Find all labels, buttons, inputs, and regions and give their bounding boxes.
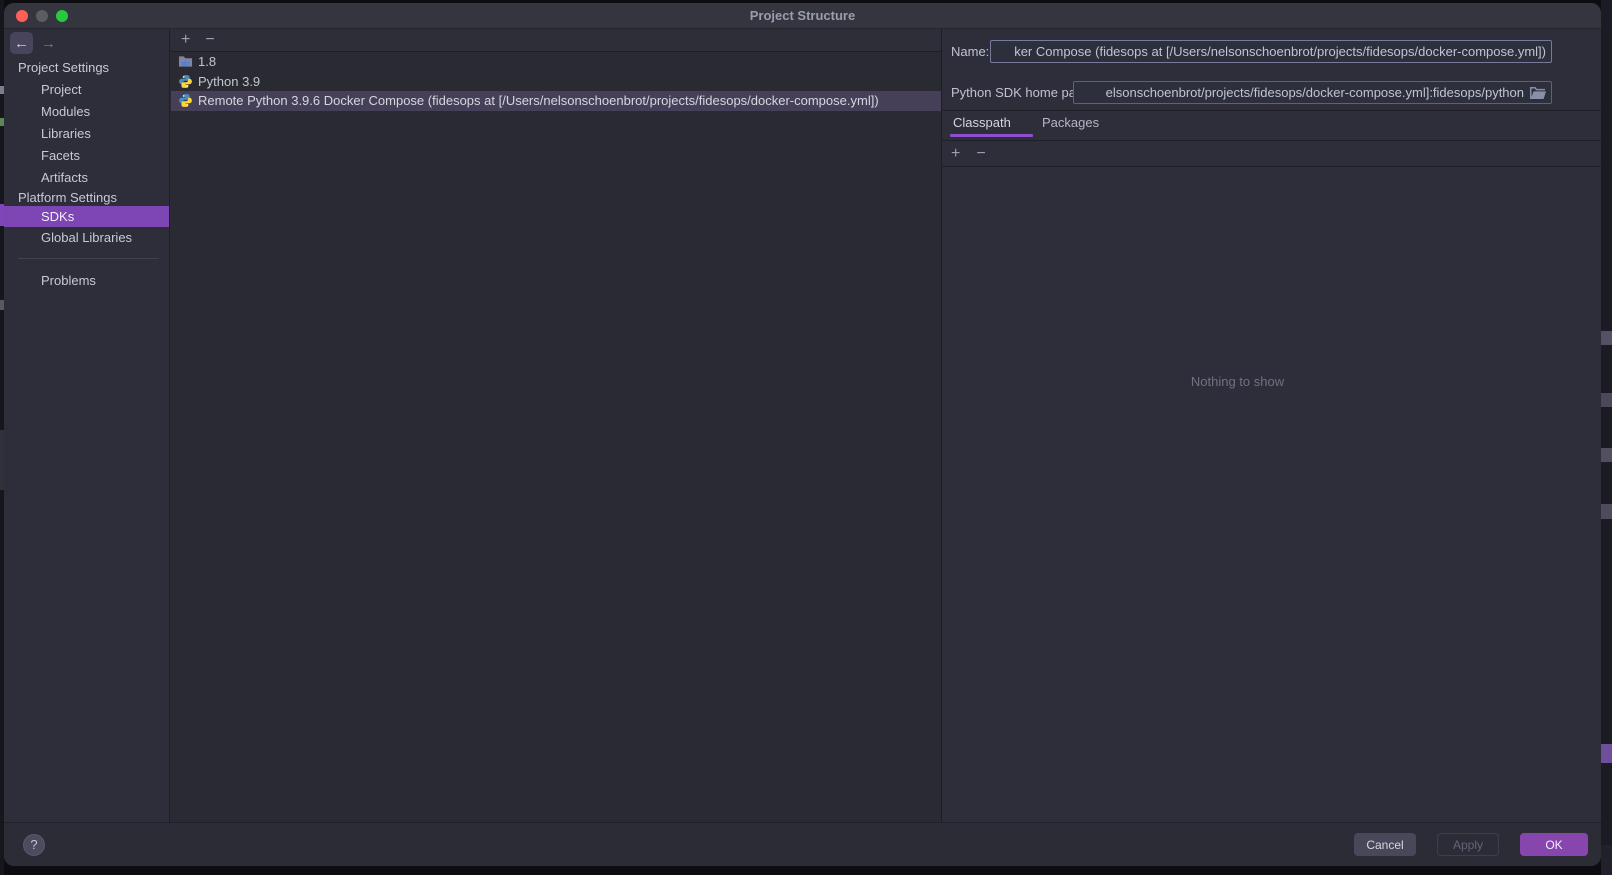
sidebar-separator xyxy=(18,258,159,259)
cancel-button[interactable]: Cancel xyxy=(1354,833,1416,856)
footer-buttons: Cancel Apply OK xyxy=(1354,833,1588,856)
sidebar-item-problems[interactable]: Problems xyxy=(4,270,169,291)
titlebar[interactable]: Project Structure xyxy=(4,3,1601,29)
back-arrow-icon: ← xyxy=(14,35,29,52)
apply-button: Apply xyxy=(1437,833,1499,856)
remove-classpath-button[interactable]: − xyxy=(976,146,985,162)
add-classpath-button[interactable]: + xyxy=(951,146,960,162)
folder-open-icon[interactable] xyxy=(1530,86,1546,100)
background-fragment xyxy=(1601,744,1612,763)
java-sdk-icon xyxy=(178,54,193,69)
empty-list-message: Nothing to show xyxy=(942,374,1601,389)
background-fragment xyxy=(1601,393,1612,407)
sidebar-item-global-libraries[interactable]: Global Libraries xyxy=(4,227,169,248)
python-icon xyxy=(178,74,193,89)
home-path-field-label: Python SDK home path: xyxy=(951,85,1090,100)
background-fragment xyxy=(1601,504,1612,519)
sdk-list-row-remote-python[interactable]: Remote Python 3.9.6 Docker Compose (fide… xyxy=(171,91,941,111)
sidebar-item-artifacts[interactable]: Artifacts xyxy=(4,167,169,188)
sidebar-section-platform-settings: Platform Settings xyxy=(4,187,169,208)
sdk-list-label: 1.8 xyxy=(198,54,216,69)
sdk-home-path-input[interactable]: elsonschoenbrot/projects/fidesops/docker… xyxy=(1073,81,1552,104)
help-button[interactable]: ? xyxy=(23,834,45,856)
ok-button[interactable]: OK xyxy=(1520,833,1588,856)
sdk-list-label: Remote Python 3.9.6 Docker Compose (fide… xyxy=(198,93,879,108)
background-window-right-sliver xyxy=(1601,0,1612,875)
sdk-list-label: Python 3.9 xyxy=(198,74,260,89)
history-toolbar: ← → xyxy=(4,29,169,55)
background-fragment xyxy=(1601,845,1612,875)
name-field-label: Name: xyxy=(951,44,989,59)
sdk-name-value: ker Compose (fidesops at [/Users/nelsons… xyxy=(1014,44,1546,59)
sdk-list-row-python39[interactable]: Python 3.9 xyxy=(171,72,941,92)
dialog-footer: ? Cancel Apply OK xyxy=(4,822,1601,866)
dialog-body: ← → Project Settings Project Modules Lib… xyxy=(4,29,1601,822)
sdk-list-row-jdk[interactable]: 1.8 xyxy=(171,52,941,72)
sdk-list-panel: + − 1.8 Python 3.9 xyxy=(171,29,941,822)
sdk-details-panel: Name: ker Compose (fidesops at [/Users/n… xyxy=(941,29,1601,822)
forward-button[interactable]: → xyxy=(37,32,60,54)
toolbar-divider xyxy=(942,166,1601,167)
sdk-name-input[interactable]: ker Compose (fidesops at [/Users/nelsons… xyxy=(990,40,1552,63)
sdk-home-path-value: elsonschoenbrot/projects/fidesops/docker… xyxy=(1106,85,1524,100)
add-sdk-button[interactable]: + xyxy=(181,32,190,48)
project-structure-dialog: Project Structure ← → Project Settings P… xyxy=(4,3,1601,866)
sidebar-item-libraries[interactable]: Libraries xyxy=(4,123,169,144)
selected-tab-underline xyxy=(950,134,1033,137)
sidebar-item-project[interactable]: Project xyxy=(4,79,169,100)
details-divider xyxy=(942,110,1601,111)
forward-arrow-icon: → xyxy=(41,35,56,52)
tab-packages[interactable]: Packages xyxy=(1042,115,1099,130)
question-mark-icon: ? xyxy=(30,837,37,852)
sidebar-section-project-settings: Project Settings xyxy=(4,57,169,78)
sdk-list-toolbar: + − xyxy=(171,29,941,52)
sidebar-item-sdks[interactable]: SDKs xyxy=(4,206,169,227)
classpath-toolbar: + − xyxy=(942,141,1601,166)
sidebar-item-facets[interactable]: Facets xyxy=(4,145,169,166)
background-fragment xyxy=(1601,331,1612,345)
tab-classpath[interactable]: Classpath xyxy=(953,115,1011,130)
settings-sidebar: ← → Project Settings Project Modules Lib… xyxy=(4,29,170,822)
python-icon xyxy=(178,93,193,108)
back-button[interactable]: ← xyxy=(10,32,33,54)
window-title: Project Structure xyxy=(4,8,1601,23)
background-fragment xyxy=(1601,448,1612,462)
sidebar-item-modules[interactable]: Modules xyxy=(4,101,169,122)
remove-sdk-button[interactable]: − xyxy=(205,32,214,48)
